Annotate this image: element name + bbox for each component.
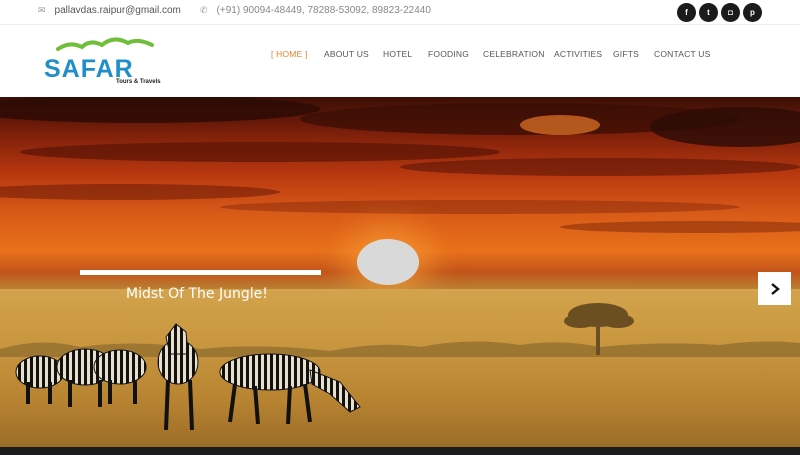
phone-icon: ✆	[200, 5, 208, 15]
top-bar: ✉ pallavdas.raipur@gmail.com ✆ (+91) 900…	[0, 0, 800, 25]
nav-fooding[interactable]: FOODING	[428, 49, 469, 59]
nav-activities[interactable]: ACTIVITIES	[554, 49, 602, 59]
next-slide-button[interactable]	[758, 272, 791, 305]
nav-contact-us[interactable]: CONTACT US	[654, 49, 710, 59]
caption-bar	[80, 270, 321, 275]
hero-slider: Midst Of The Jungle!	[0, 97, 800, 447]
instagram-icon[interactable]: ◘	[721, 3, 740, 22]
facebook-icon[interactable]: f	[677, 3, 696, 22]
nav-gifts[interactable]: GIFTS	[613, 49, 639, 59]
email-contact[interactable]: ✉ pallavdas.raipur@gmail.com	[38, 5, 181, 16]
social-links: f t ◘ p	[677, 3, 762, 22]
nav-hotel[interactable]: HOTEL	[383, 49, 412, 59]
slide-caption: Midst Of The Jungle!	[126, 286, 268, 302]
site-logo[interactable]: SAFAR Tours & Travels	[44, 35, 169, 90]
nav-celebration[interactable]: CELEBRATION	[483, 49, 545, 59]
twitter-icon[interactable]: t	[699, 3, 718, 22]
phone-text: (+91) 90094-48449, 78288-53092, 89823-22…	[216, 5, 431, 16]
nav-home[interactable]: HOME	[271, 49, 308, 59]
site-header: SAFAR Tours & Travels HOME ABOUT US HOTE…	[0, 25, 800, 97]
nav-about-us[interactable]: ABOUT US	[324, 49, 369, 59]
logo-tagline: Tours & Travels	[116, 79, 161, 85]
phone-contact: ✆ (+91) 90094-48449, 78288-53092, 89823-…	[200, 5, 431, 16]
zebra-herd	[15, 323, 361, 431]
envelope-icon: ✉	[38, 5, 46, 15]
sun	[357, 239, 419, 285]
bottom-strip	[0, 447, 800, 455]
pinterest-icon[interactable]: p	[743, 3, 762, 22]
bird-swoosh-icon	[56, 37, 154, 51]
chevron-right-icon	[770, 282, 780, 295]
email-text: pallavdas.raipur@gmail.com	[54, 5, 181, 16]
